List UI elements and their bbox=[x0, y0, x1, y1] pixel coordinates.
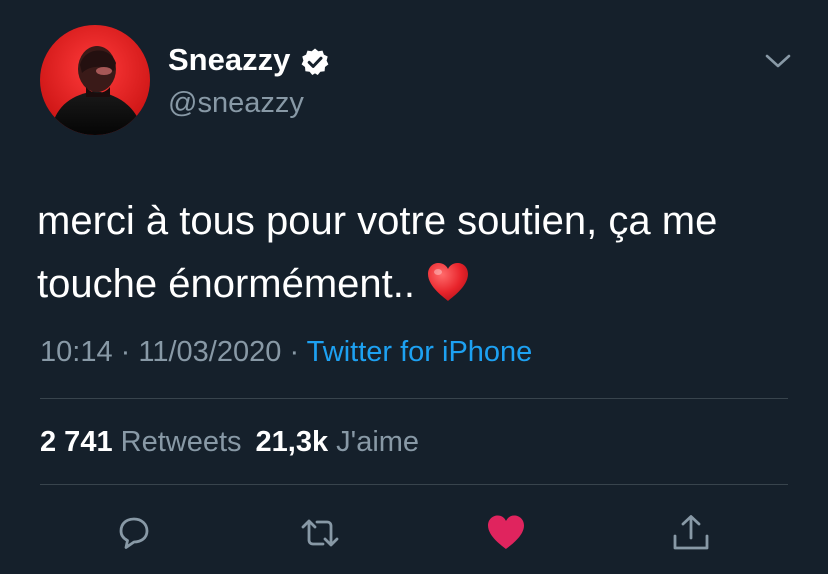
retweet-button[interactable] bbox=[299, 512, 341, 554]
tweet-time: 10:14 bbox=[40, 336, 113, 368]
reply-icon bbox=[119, 517, 149, 549]
share-button[interactable] bbox=[670, 512, 712, 554]
tweet-text-line-1: merci à tous pour votre soutien, ça me bbox=[37, 199, 718, 243]
like-button[interactable] bbox=[485, 512, 527, 554]
tweet-text-line-2: touche énormément.. bbox=[37, 253, 797, 316]
likes-count[interactable]: 21,3k bbox=[256, 426, 329, 458]
tweet-card: Sneazzy @sneazzy merci à tous pour votre… bbox=[0, 0, 828, 574]
meta-separator: · bbox=[120, 336, 131, 368]
retweets-label[interactable]: Retweets bbox=[121, 426, 242, 458]
user-handle[interactable]: @sneazzy bbox=[168, 86, 304, 120]
engagement-stats: 2 741 Retweets 21,3k J'aime bbox=[40, 424, 419, 460]
share-icon bbox=[673, 515, 709, 550]
retweet-icon bbox=[301, 519, 339, 547]
tweet-source-link[interactable]: Twitter for iPhone bbox=[307, 336, 533, 368]
avatar[interactable] bbox=[40, 25, 150, 135]
tweet-metadata: 10:14 · 11/03/2020 · Twitter for iPhone bbox=[40, 334, 532, 370]
likes-label[interactable]: J'aime bbox=[336, 426, 419, 458]
reply-button[interactable] bbox=[113, 512, 155, 554]
divider bbox=[40, 484, 788, 485]
divider bbox=[40, 398, 788, 399]
tweet-text: merci à tous pour votre soutien, ça me t… bbox=[37, 190, 797, 316]
avatar-image bbox=[40, 25, 150, 135]
like-heart-icon bbox=[488, 515, 524, 549]
retweets-count[interactable]: 2 741 bbox=[40, 426, 113, 458]
chevron-down-icon[interactable] bbox=[763, 50, 793, 72]
tweet-text-line-2-text: touche énormément.. bbox=[37, 262, 415, 306]
red-heart-emoji-icon bbox=[428, 263, 468, 301]
tweet-date: 11/03/2020 bbox=[138, 336, 282, 368]
display-name[interactable]: Sneazzy bbox=[168, 42, 290, 78]
meta-separator: · bbox=[289, 336, 300, 368]
verified-badge-icon bbox=[301, 48, 329, 75]
